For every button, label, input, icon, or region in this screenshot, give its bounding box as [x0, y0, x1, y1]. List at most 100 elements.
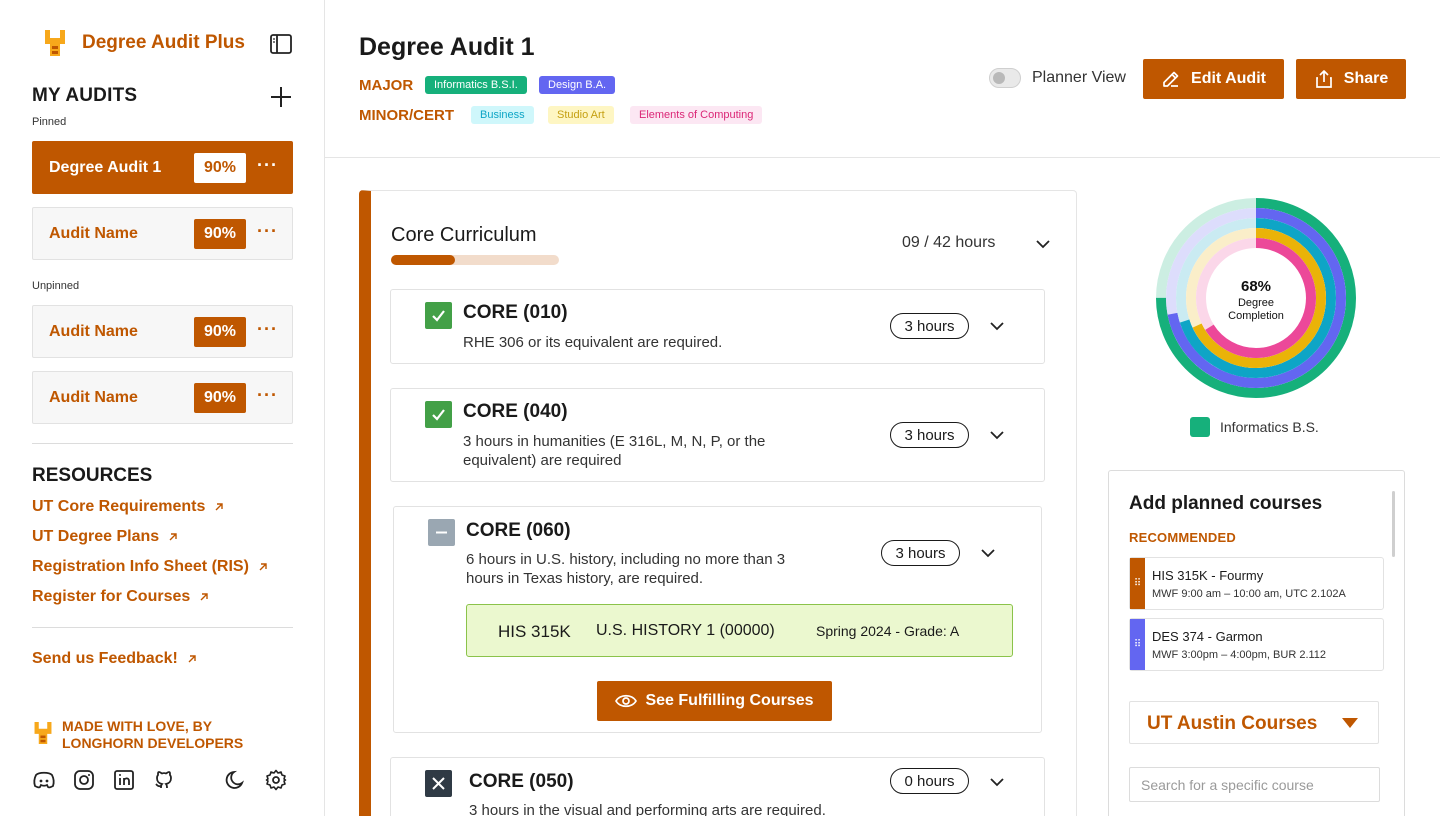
see-fulfilling-courses-button[interactable]: See Fulfilling Courses: [597, 681, 832, 721]
page-title: Degree Audit 1: [359, 33, 535, 61]
drag-handle-icon[interactable]: ⠿: [1130, 619, 1145, 670]
chevron-down-icon[interactable]: [988, 426, 1006, 444]
planned-course-card[interactable]: ⠿ HIS 315K - Fourmy MWF 9:00 am – 10:00 …: [1129, 557, 1384, 610]
audit-name: Audit Name: [49, 224, 138, 242]
requirement-title: CORE (010): [463, 302, 568, 323]
planned-course-meta: MWF 3:00pm – 4:00pm, BUR 2.112: [1152, 649, 1327, 661]
course-search-input[interactable]: [1129, 767, 1380, 802]
external-link-icon: [188, 655, 196, 663]
link-ut-core-requirements[interactable]: UT Core Requirements: [32, 498, 225, 516]
link-label: Register for Courses: [32, 588, 191, 605]
legend-label: Informatics B.S.: [1220, 419, 1319, 435]
github-icon[interactable]: [152, 768, 176, 792]
external-link-icon: [200, 593, 208, 601]
planner-view-label: Planner View: [1032, 69, 1126, 86]
planned-courses-panel: Add planned courses RECOMMENDED ⠿ HIS 31…: [1108, 470, 1405, 816]
audit-card[interactable]: Audit Name 90% ···: [32, 371, 293, 424]
course-name: U.S. HISTORY 1 (00000): [596, 622, 775, 639]
edit-audit-button[interactable]: Edit Audit: [1143, 59, 1284, 99]
requirement-core-040[interactable]: CORE (040) 3 hours in humanities (E 316L…: [390, 388, 1045, 482]
requirement-core-010[interactable]: CORE (010) RHE 306 or its equivalent are…: [390, 289, 1045, 364]
link-ut-degree-plans[interactable]: UT Degree Plans: [32, 528, 179, 546]
completion-caption: Completion: [1228, 310, 1284, 322]
chevron-down-icon[interactable]: [979, 544, 997, 562]
requirement-title: CORE (040): [463, 401, 568, 422]
chevron-down-icon[interactable]: [988, 773, 1006, 791]
course-term: Spring 2024 - Grade: A: [816, 623, 960, 639]
requirement-desc-line: 6 hours in U.S. history, including no mo…: [466, 551, 786, 568]
planned-course-card[interactable]: ⠿ DES 374 - Garmon MWF 3:00pm – 4:00pm, …: [1129, 618, 1384, 671]
edit-audit-label: Edit Audit: [1191, 70, 1266, 87]
linkedin-icon[interactable]: [112, 768, 136, 792]
planned-title: Add planned courses: [1129, 493, 1323, 514]
sidebar-toggle-icon[interactable]: [270, 34, 292, 54]
minor-tag: Studio Art: [548, 106, 614, 124]
audit-name: Degree Audit 1: [49, 158, 162, 176]
drag-handle-icon[interactable]: ⠿: [1130, 558, 1145, 609]
longhorn-logo-icon: [45, 30, 65, 56]
completion-percent: 68%: [1241, 278, 1271, 295]
sidebar: Degree Audit Plus MY AUDITS Pinned Degre…: [0, 0, 325, 816]
requirement-desc-line: hours in Texas history, are required.: [466, 570, 704, 587]
link-registration-info-sheet[interactable]: Registration Info Sheet (RIS): [32, 558, 269, 576]
made-with-love: MADE WITH LOVE, BY LONGHORN DEVELOPERS: [32, 718, 243, 752]
eye-icon: [615, 694, 638, 708]
hours-pill: 3 hours: [881, 540, 960, 566]
made-with-text: MADE WITH LOVE, BY LONGHORN DEVELOPERS: [62, 718, 243, 752]
share-icon: [1315, 70, 1332, 88]
core-hours: 09 / 42 hours: [902, 234, 996, 251]
instagram-icon[interactable]: [72, 768, 96, 792]
brand[interactable]: Degree Audit Plus: [42, 28, 245, 58]
link-label: UT Degree Plans: [32, 528, 160, 545]
audit-name: Audit Name: [49, 322, 138, 340]
hours-pill: 3 hours: [890, 313, 969, 339]
scrollbar[interactable]: [1392, 491, 1395, 557]
degree-completion-chart: 68% Degree Completion: [1156, 198, 1356, 398]
planned-course-meta: MWF 9:00 am – 10:00 am, UTC 2.102A: [1152, 588, 1346, 600]
hours-pill: 0 hours: [890, 768, 969, 794]
course-catalog-select[interactable]: UT Austin Courses: [1129, 701, 1379, 744]
link-send-feedback[interactable]: Send us Feedback!: [32, 650, 198, 668]
add-audit-icon[interactable]: [268, 84, 294, 110]
divider: [32, 443, 293, 444]
audit-percent-badge: 90%: [194, 382, 246, 413]
requirement-core-060[interactable]: CORE (060) 6 hours in U.S. history, incl…: [393, 506, 1042, 733]
divider: [32, 627, 293, 628]
external-link-icon: [169, 533, 177, 541]
major-label: MAJOR: [359, 77, 414, 94]
requirement-desc: RHE 306 or its equivalent are required.: [463, 334, 723, 351]
fulfilled-course-row[interactable]: HIS 315K U.S. HISTORY 1 (00000) Spring 2…: [466, 604, 1013, 657]
audit-percent-badge: 90%: [194, 152, 246, 183]
recommended-label: RECOMMENDED: [1129, 530, 1236, 545]
audit-percent-badge: 90%: [194, 218, 246, 249]
check-icon: [425, 401, 452, 428]
settings-icon[interactable]: [264, 768, 288, 792]
made-with-line: LONGHORN DEVELOPERS: [62, 735, 244, 751]
audit-card-active[interactable]: Degree Audit 1 90% ···: [32, 141, 293, 194]
minor-tag: Business: [471, 106, 534, 124]
see-fulfilling-label: See Fulfilling Courses: [645, 692, 814, 709]
chevron-down-icon[interactable]: [988, 317, 1006, 335]
more-options-icon[interactable]: ···: [257, 222, 277, 244]
audit-card[interactable]: Audit Name 90% ···: [32, 207, 293, 260]
core-curriculum-card: Core Curriculum 09 / 42 hours CORE (010)…: [359, 190, 1077, 816]
discord-icon[interactable]: [32, 768, 56, 792]
header: Degree Audit 1 MAJOR Informatics B.S.I. …: [325, 0, 1440, 158]
more-options-icon[interactable]: ···: [257, 320, 277, 342]
share-button[interactable]: Share: [1296, 59, 1406, 99]
external-link-icon: [215, 503, 224, 511]
moon-icon[interactable]: [224, 768, 248, 792]
core-progress-fill: [391, 255, 455, 265]
audit-card[interactable]: Audit Name 90% ···: [32, 305, 293, 358]
requirement-core-050[interactable]: CORE (050) 3 hours in the visual and per…: [390, 757, 1045, 816]
unpinned-label: Unpinned: [32, 280, 80, 292]
chevron-down-icon[interactable]: [1034, 235, 1052, 253]
requirement-desc: 3 hours in humanities (E 316L, M, N, P, …: [463, 432, 765, 470]
course-code: HIS 315K: [498, 622, 571, 641]
more-options-icon[interactable]: ···: [257, 156, 277, 178]
link-label: Send us Feedback!: [32, 650, 178, 667]
planner-view-toggle[interactable]: [989, 68, 1021, 88]
link-register-for-courses[interactable]: Register for Courses: [32, 588, 210, 606]
more-options-icon[interactable]: ···: [257, 386, 277, 408]
share-label: Share: [1343, 70, 1389, 87]
